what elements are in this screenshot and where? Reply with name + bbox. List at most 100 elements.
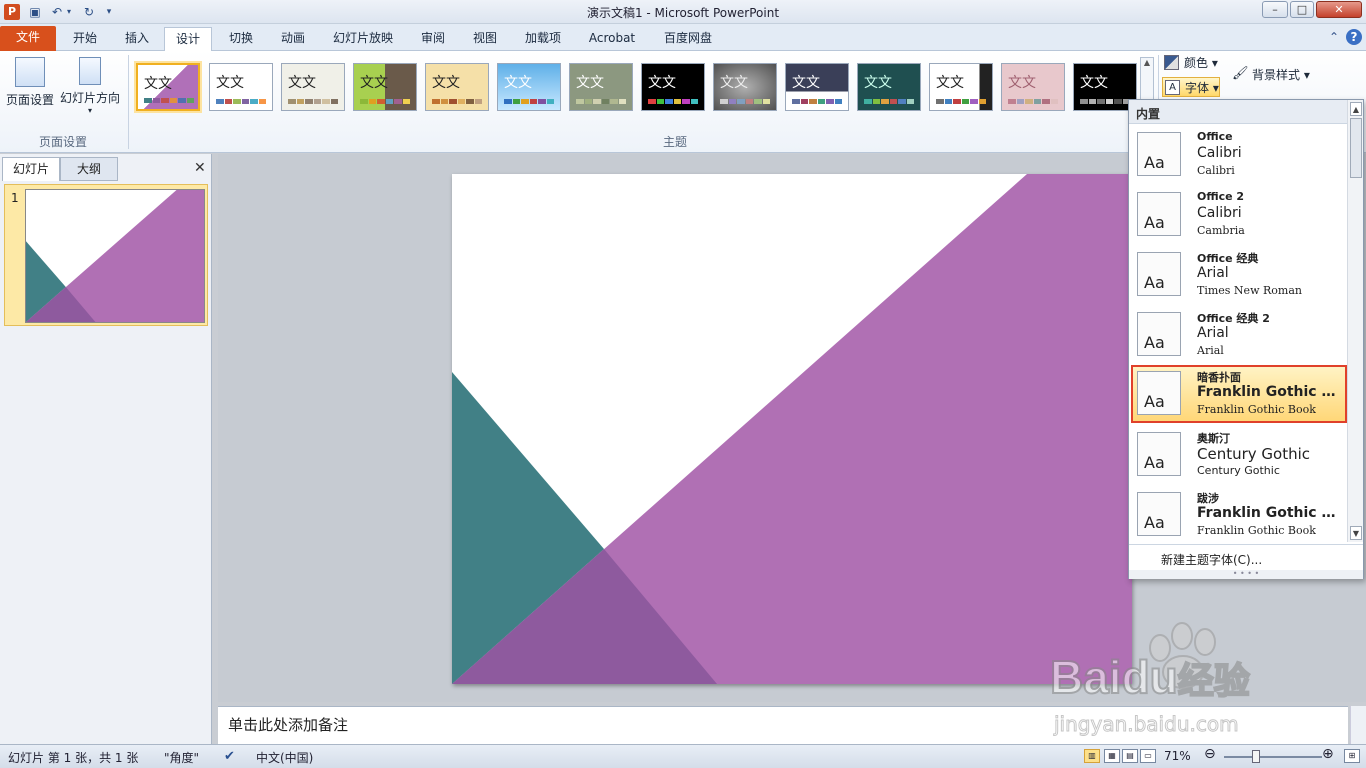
theme-sample-text: 文文	[648, 75, 676, 91]
heading-font: Franklin Gothic M...	[1197, 384, 1343, 400]
body-font: Cambria	[1197, 224, 1245, 237]
colors-icon	[1164, 55, 1179, 70]
notes-placeholder: 单击此处添加备注	[228, 716, 349, 734]
tab-slides[interactable]: 幻灯片	[2, 157, 60, 181]
theme-thumb-13[interactable]: 文文	[1001, 63, 1065, 111]
theme-sample-text: 文文	[1008, 75, 1036, 91]
theme-thumb-7[interactable]: 文文	[569, 63, 633, 111]
theme-thumb-5[interactable]: 文文	[425, 63, 489, 111]
tab-home[interactable]: 开始	[62, 27, 108, 51]
theme-sample-text: 文文	[576, 75, 604, 91]
tab-review[interactable]: 审阅	[410, 27, 456, 51]
slide-orientation-icon	[79, 57, 101, 85]
font-scheme-name: Office 2	[1197, 190, 1245, 203]
theme-thumb-8[interactable]: 文文	[641, 63, 705, 111]
font-option-office-classic[interactable]: Aa Office 经典 Arial Times New Roman	[1131, 246, 1347, 304]
fonts-label: 字体	[1185, 81, 1210, 95]
tab-insert[interactable]: 插入	[114, 27, 160, 51]
theme-sample-text: 文文	[936, 75, 964, 91]
font-option-office-classic-2[interactable]: Aa Office 经典 2 Arial Arial	[1131, 306, 1347, 364]
tab-animations[interactable]: 动画	[270, 27, 316, 51]
spellcheck-icon[interactable]: ✔	[224, 749, 235, 764]
theme-thumb-3[interactable]: 文文	[281, 63, 345, 111]
theme-thumb-6[interactable]: 文文	[497, 63, 561, 111]
tab-acrobat[interactable]: Acrobat	[578, 27, 646, 51]
notes-scrollbar[interactable]	[1350, 706, 1366, 744]
resize-grip[interactable]: • • • •	[1129, 570, 1363, 579]
minimize-button[interactable]: –	[1262, 1, 1288, 18]
baidu-watermark: Baidu经验 jingyan.baidu.com	[1049, 620, 1350, 760]
collapse-ribbon-icon[interactable]: ⌃	[1326, 29, 1342, 45]
background-styles-button[interactable]: 🖌 背景样式 ▾	[1230, 65, 1320, 85]
body-font: Calibri	[1197, 164, 1235, 177]
font-option-trek[interactable]: Aa 跋涉 Franklin Gothic M... Franklin Goth…	[1131, 486, 1347, 544]
theme-sample-text: 文文	[792, 75, 820, 91]
heading-font: Arial	[1197, 265, 1229, 281]
slide-thumbnail-selected[interactable]: 1	[4, 184, 208, 326]
body-font: Times New Roman	[1197, 284, 1302, 297]
theme-thumb-10[interactable]: 文文	[785, 63, 849, 111]
font-option-austin[interactable]: Aa 奥斯汀 Century Gothic Century Gothic	[1131, 426, 1347, 484]
slides-pane: 幻灯片 大纲 ✕ 1	[0, 154, 212, 744]
slide-number: 1	[11, 191, 19, 205]
font-scheme-name: Office	[1197, 130, 1233, 143]
scroll-down-icon[interactable]: ▼	[1350, 526, 1362, 540]
watermark-url: jingyan.baidu.com	[1054, 712, 1240, 737]
theme-sample-text: 文文	[1080, 75, 1108, 91]
body-font: Franklin Gothic Book	[1197, 524, 1316, 537]
group-label-page-setup: 页面设置	[38, 135, 87, 149]
slide-count: 幻灯片 第 1 张，共 1 张	[8, 751, 139, 765]
orientation-dropdown-icon: ▾	[87, 106, 92, 115]
tab-transitions[interactable]: 切换	[218, 27, 264, 51]
close-pane-icon[interactable]: ✕	[194, 160, 206, 176]
tab-design[interactable]: 设计	[164, 27, 212, 52]
new-theme-fonts-item[interactable]: 新建主题字体(C)...	[1129, 544, 1363, 570]
tab-view[interactable]: 视图	[462, 27, 508, 51]
tab-baidu-netdisk[interactable]: 百度网盘	[652, 27, 724, 51]
font-sample-box: Aa	[1137, 132, 1181, 176]
font-option-office-2[interactable]: Aa Office 2 Calibri Cambria	[1131, 186, 1347, 244]
font-sample-box: Aa	[1137, 371, 1181, 415]
theme-fonts-button[interactable]: A 字体 ▾	[1162, 77, 1220, 97]
scroll-up-icon[interactable]: ▲	[1350, 102, 1362, 116]
theme-name[interactable]: "角度"	[164, 749, 199, 766]
theme-colors-button[interactable]: 颜色 ▾	[1162, 53, 1224, 73]
theme-sample-text: 文文	[432, 75, 460, 91]
theme-thumb-office[interactable]: 文文	[209, 63, 273, 111]
page-setup-icon	[15, 57, 45, 87]
page-setup-button[interactable]: 页面设置	[4, 57, 56, 108]
heading-font: Arial	[1197, 325, 1229, 341]
background-styles-icon: 🖌	[1232, 66, 1249, 81]
font-scheme-name: Office 经典 2	[1197, 312, 1270, 325]
scroll-thumb[interactable]	[1350, 118, 1362, 178]
maximize-button[interactable]: □	[1290, 1, 1314, 18]
language[interactable]: 中文(中国)	[256, 749, 313, 766]
dropdown-scrollbar[interactable]: ▲ ▼	[1347, 100, 1363, 542]
slide-canvas[interactable]	[452, 174, 1132, 684]
font-scheme-name: 跋涉	[1197, 492, 1219, 505]
heading-font: Calibri	[1197, 145, 1242, 161]
theme-thumb-11[interactable]: 文文	[857, 63, 921, 111]
slide-thumbnail[interactable]	[25, 189, 205, 323]
slide-orientation-button[interactable]: 幻灯片方向 ▾	[58, 57, 122, 115]
close-button[interactable]: ✕	[1316, 1, 1362, 18]
font-option-selected[interactable]: Aa 暗香扑面 Franklin Gothic M... Franklin Go…	[1131, 365, 1347, 423]
tab-file[interactable]: 文件	[0, 26, 56, 51]
tab-slideshow[interactable]: 幻灯片放映	[322, 27, 404, 51]
heading-font: Calibri	[1197, 205, 1242, 221]
watermark-brand: Baidu经验	[1049, 650, 1251, 704]
heading-font: Franklin Gothic M...	[1197, 505, 1343, 521]
theme-thumb-12[interactable]: 文文	[929, 63, 993, 111]
background-styles-label: 背景样式	[1252, 68, 1301, 82]
fonts-icon: A	[1165, 80, 1180, 95]
theme-thumb-4[interactable]: 文文	[353, 63, 417, 111]
theme-sample-text: 文文	[144, 76, 172, 92]
slide-background-graphic	[452, 174, 1132, 684]
theme-thumb-9[interactable]: 文文	[713, 63, 777, 111]
tab-outline[interactable]: 大纲	[60, 157, 118, 181]
help-icon[interactable]: ?	[1346, 29, 1362, 45]
theme-thumb-angles[interactable]: 文文	[136, 63, 200, 111]
font-option-office[interactable]: Aa Office Calibri Calibri	[1131, 126, 1347, 184]
tab-addins[interactable]: 加载项	[514, 27, 572, 51]
font-sample-box: Aa	[1137, 192, 1181, 236]
